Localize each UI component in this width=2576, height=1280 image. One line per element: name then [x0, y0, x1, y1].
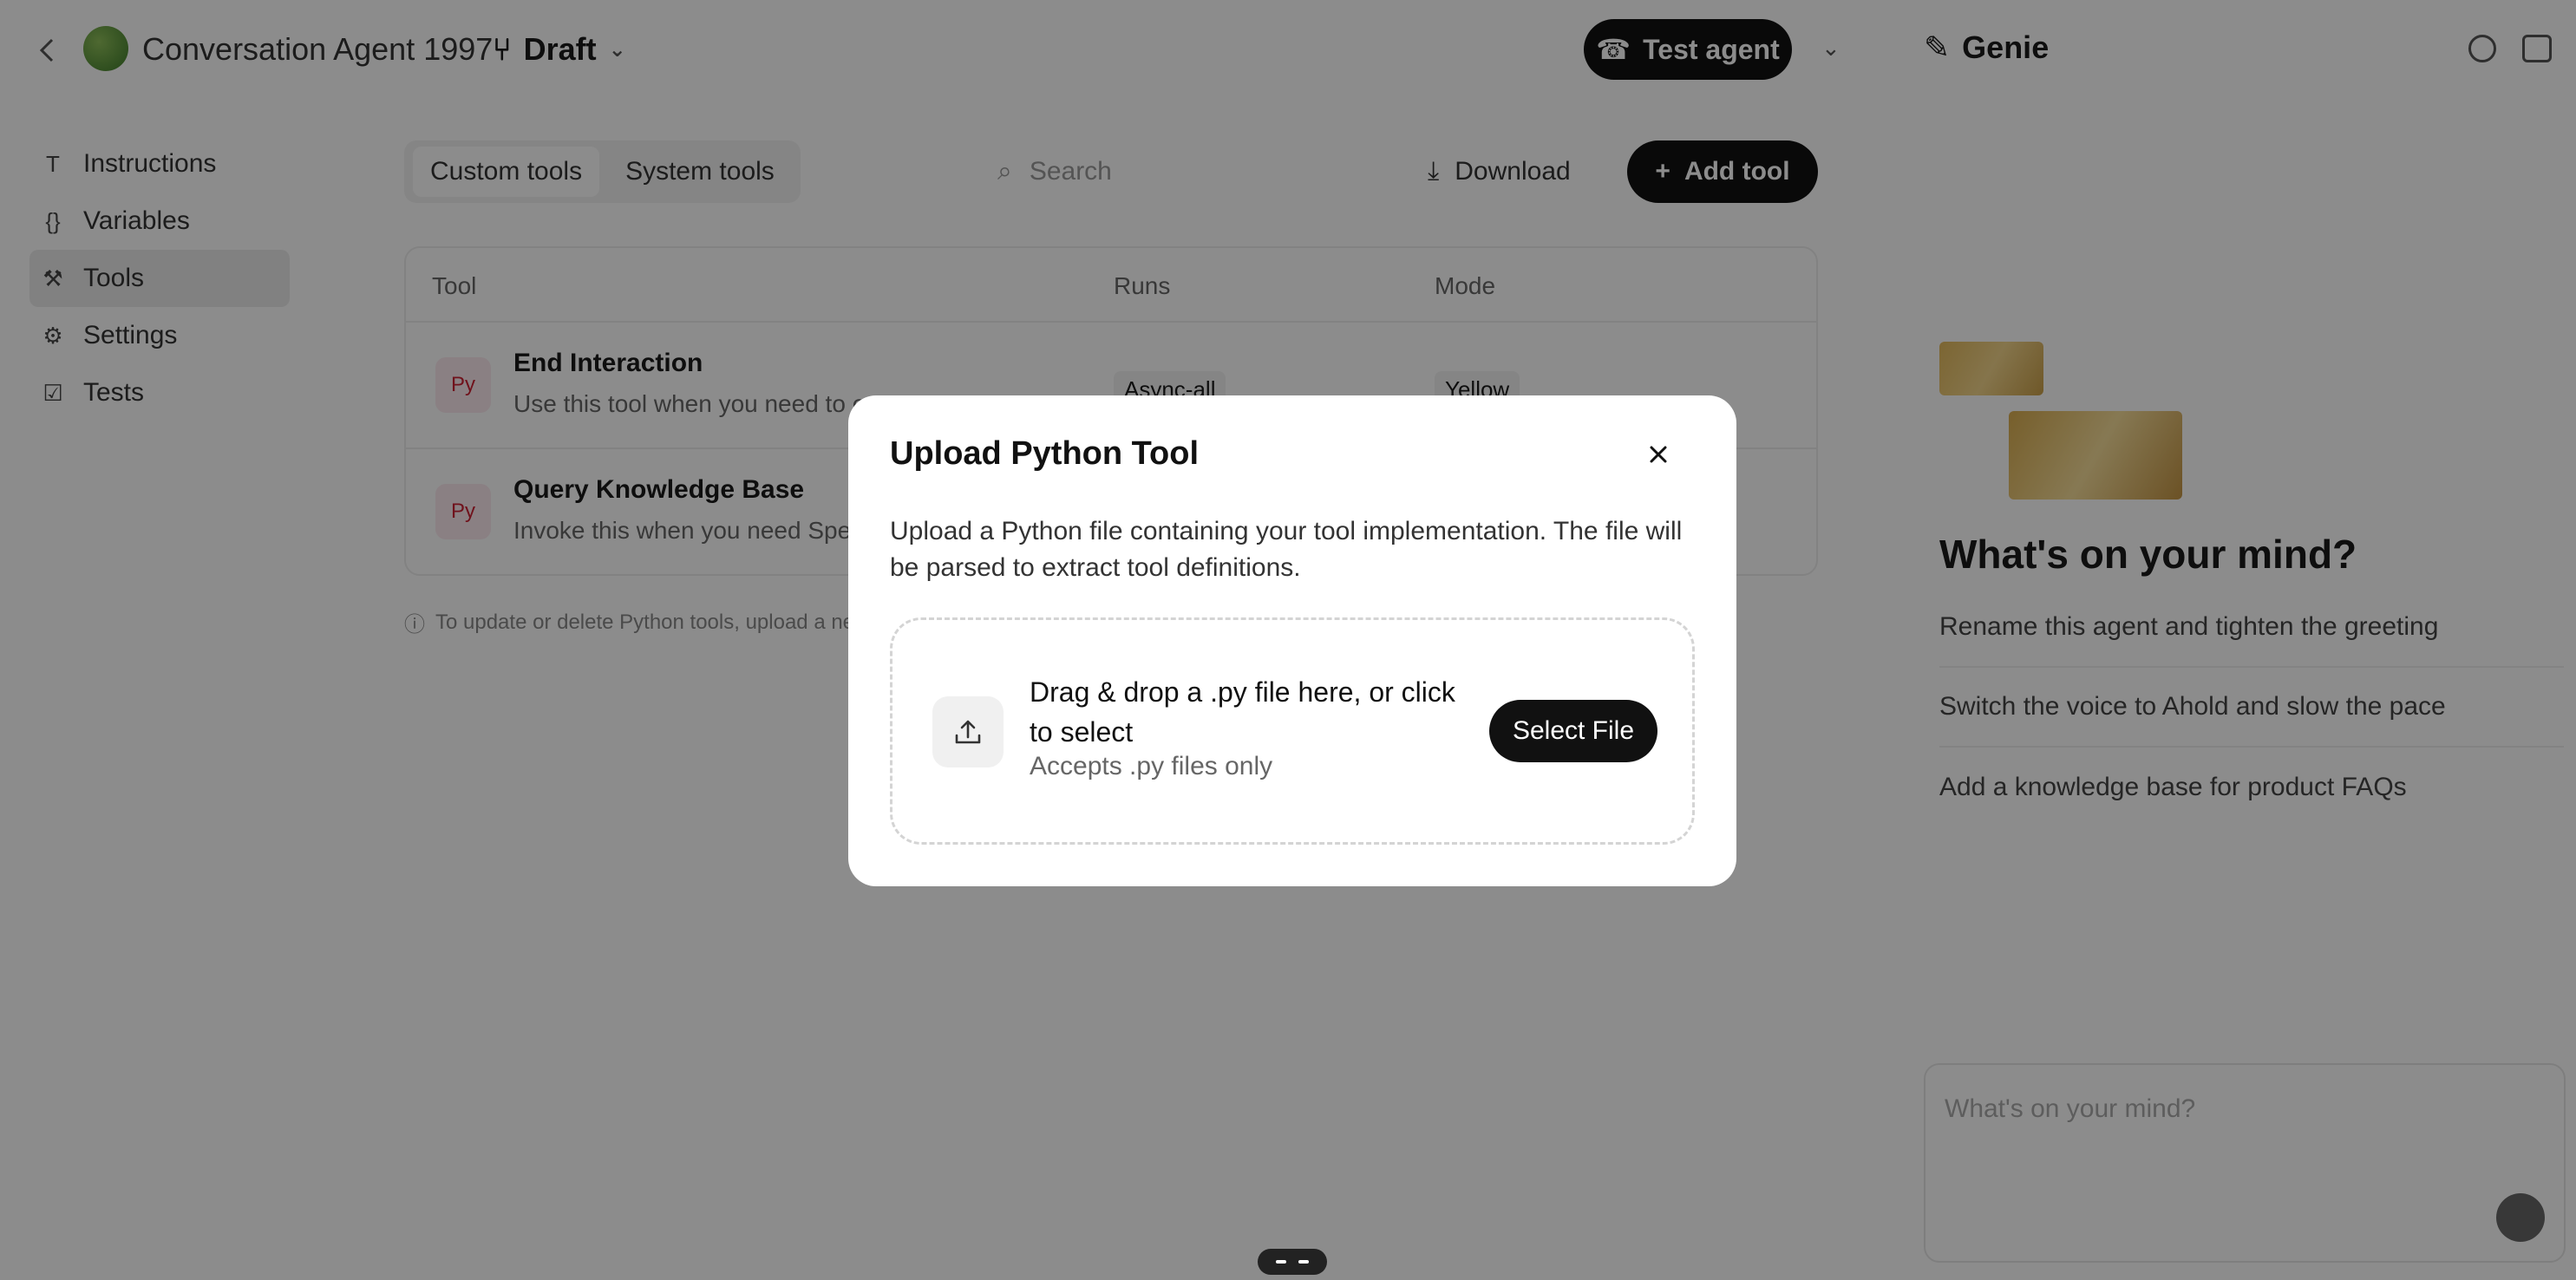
upload-python-tool-dialog: Upload Python Tool Upload a Python file … [848, 395, 1736, 886]
select-file-button[interactable]: Select File [1489, 700, 1657, 762]
dialog-title: Upload Python Tool [890, 435, 1200, 472]
close-icon [1650, 446, 1667, 463]
upload-icon [932, 696, 1004, 767]
dropzone-subtext: Accepts .py files only [1030, 752, 1273, 780]
bottom-toolbar-pill[interactable] [1258, 1249, 1327, 1275]
dialog-description: Upload a Python file containing your too… [890, 517, 1683, 582]
dropzone-text: Drag & drop a .py file here, or click to… [1030, 676, 1455, 748]
file-dropzone[interactable]: Drag & drop a .py file here, or click to… [890, 617, 1695, 845]
close-button[interactable] [1636, 432, 1681, 477]
